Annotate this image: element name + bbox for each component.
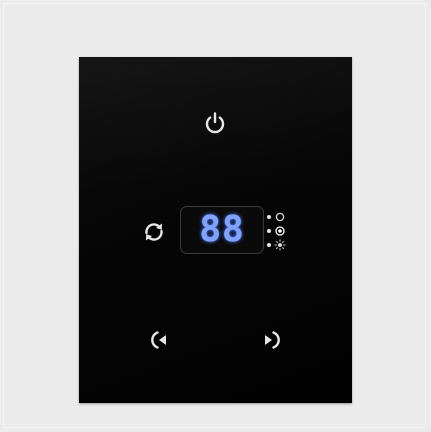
next-button[interactable] <box>256 325 286 355</box>
control-panel: 88 <box>79 57 352 403</box>
display-value: 88 <box>199 209 245 250</box>
mode-dot <box>267 215 271 219</box>
mode-indicator-1[interactable] <box>265 211 287 223</box>
digital-display: 88 <box>180 206 264 254</box>
power-button[interactable] <box>197 105 233 141</box>
circle-outline-icon <box>275 212 285 222</box>
arrow-left-icon <box>151 331 166 349</box>
photo-background: 88 <box>0 0 431 432</box>
previous-button[interactable] <box>145 325 175 355</box>
mode-dot-active <box>267 229 271 233</box>
mode-indicators <box>265 211 287 251</box>
sun-icon <box>274 239 286 251</box>
cycle-button[interactable] <box>139 217 169 247</box>
mode-indicator-3[interactable] <box>265 239 287 251</box>
mode-dot <box>267 243 271 247</box>
mode-indicator-2[interactable] <box>265 225 287 237</box>
refresh-icon <box>145 223 163 241</box>
target-icon <box>275 226 285 236</box>
power-icon <box>205 112 225 134</box>
arrow-right-icon <box>265 331 280 349</box>
